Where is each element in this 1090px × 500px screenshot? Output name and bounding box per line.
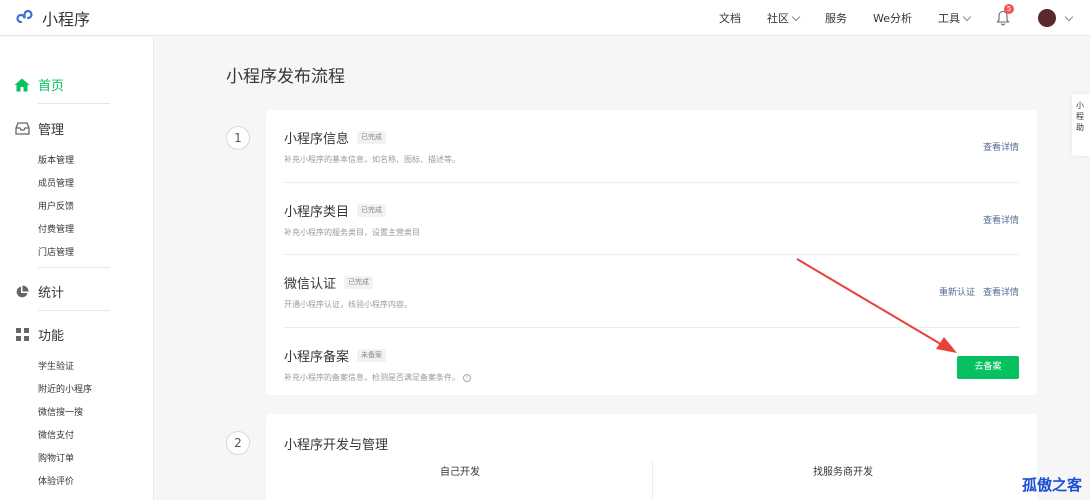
nav-docs[interactable]: 文档 (719, 10, 741, 26)
sidebar-item-payment-manage[interactable]: 付费管理 (38, 222, 74, 235)
dev-manage-card: 小程序开发与管理 自己开发 找服务商开发 (266, 414, 1037, 500)
nav-we-analytics[interactable]: We分析 (873, 10, 912, 26)
row-description: 补充小程序的基本信息，如名称、图标、描述等。 (284, 155, 460, 164)
logo[interactable]: 小程序 (14, 6, 90, 30)
nav-services[interactable]: 服务 (825, 10, 847, 26)
self-develop-tab[interactable]: 自己开发 (416, 463, 504, 478)
step-number: 2 (226, 431, 250, 455)
help-icon[interactable]: ? (463, 373, 471, 382)
section-title: 小程序开发与管理 (284, 438, 389, 453)
view-details-link[interactable]: 查看详情 (983, 285, 1019, 298)
status-badge: 未备案 (357, 349, 387, 362)
status-badge: 已完成 (344, 276, 374, 289)
step-row-info: 小程序信息 已完成 补充小程序的基本信息，如名称、图标、描述等。 查看详情 (284, 128, 1019, 165)
step-row-category: 小程序类目 已完成 补充小程序的服务类目，设置主营类目 查看详情 (284, 201, 1019, 238)
home-icon (14, 77, 30, 93)
top-nav: 文档 社区 服务 We分析 工具 5 (719, 0, 1090, 36)
sidebar-manage-label: 管理 (38, 123, 65, 138)
page-title: 小程序发布流程 (226, 67, 345, 87)
watermark-text: 孤傲之客 (1022, 476, 1083, 494)
sidebar-home-label: 首页 (38, 79, 65, 94)
row-description: 补充小程序的备案信息，检测是否满足备案条件。 (284, 373, 460, 382)
sidebar-item-orders[interactable]: 购物订单 (38, 451, 74, 464)
row-title: 微信认证 (284, 277, 337, 292)
row-divider (284, 254, 1019, 255)
sidebar-item-version[interactable]: 版本管理 (38, 153, 74, 166)
notification-bell-icon[interactable]: 5 (996, 4, 1014, 26)
row-title: 小程序备案 (284, 350, 350, 365)
grid-icon (14, 327, 30, 343)
sidebar-divider (38, 310, 110, 311)
sidebar-stats-label: 统计 (38, 286, 65, 301)
floating-helper-tab[interactable]: 小程助 (1072, 94, 1090, 156)
step-row-certification: 微信认证 已完成 开通小程序认证，核验小程序内容。 重新认证 查看详情 (284, 273, 1019, 310)
sidebar-stats[interactable]: 统计 (14, 282, 64, 301)
row-description: 补充小程序的服务类目，设置主营类目 (284, 228, 420, 237)
inbox-icon (14, 121, 30, 137)
chevron-down-icon[interactable] (1064, 12, 1074, 21)
sidebar-item-nearby[interactable]: 附近的小程序 (38, 382, 92, 395)
provider-develop-tab[interactable]: 找服务商开发 (796, 463, 890, 478)
row-title: 小程序信息 (284, 132, 350, 147)
floating-helper-text: 小程助 (1076, 101, 1084, 132)
sidebar-item-search[interactable]: 微信搜一搜 (38, 405, 83, 418)
publish-steps-card: 小程序信息 已完成 补充小程序的基本信息，如名称、图标、描述等。 查看详情 小程序… (266, 110, 1037, 395)
nav-community-label: 社区 (767, 12, 789, 25)
nav-tools[interactable]: 工具 (938, 10, 972, 26)
row-title: 小程序类目 (284, 205, 350, 220)
sidebar-divider (38, 103, 110, 104)
notification-badge: 5 (1004, 4, 1014, 14)
logo-text: 小程序 (42, 10, 91, 29)
recertify-link[interactable]: 重新认证 (939, 285, 975, 298)
sidebar-item-members[interactable]: 成员管理 (38, 176, 74, 189)
step-row-filing: 小程序备案 未备案 补充小程序的备案信息，检测是否满足备案条件。? 去备案 (284, 346, 1019, 383)
row-divider (284, 182, 1019, 183)
sidebar: 首页 管理 版本管理 成员管理 用户反馈 付费管理 门店管理 统计 功能 学生验… (0, 37, 154, 500)
chevron-down-icon (791, 12, 801, 21)
nav-tools-label: 工具 (938, 12, 960, 25)
sidebar-features-label: 功能 (38, 329, 65, 344)
go-filing-button[interactable]: 去备案 (957, 356, 1019, 379)
column-divider (652, 460, 653, 500)
sidebar-item-feedback[interactable]: 用户反馈 (38, 199, 74, 212)
row-divider (284, 327, 1019, 328)
chevron-down-icon (962, 12, 972, 21)
step-number: 1 (226, 126, 250, 150)
miniprogram-logo-icon (16, 9, 33, 24)
pie-chart-icon (14, 284, 30, 300)
sidebar-item-wechat-pay[interactable]: 微信支付 (38, 428, 74, 441)
nav-community[interactable]: 社区 (767, 10, 801, 26)
sidebar-home[interactable]: 首页 (14, 75, 64, 94)
top-bar: 小程序 文档 社区 服务 We分析 工具 5 (0, 0, 1090, 36)
status-badge: 已完成 (357, 204, 387, 217)
sidebar-divider (38, 267, 110, 268)
sidebar-manage[interactable]: 管理 (14, 119, 64, 138)
sidebar-features[interactable]: 功能 (14, 325, 64, 344)
avatar[interactable] (1038, 9, 1056, 27)
sidebar-item-stores[interactable]: 门店管理 (38, 245, 74, 258)
sidebar-item-reviews[interactable]: 体验评价 (38, 474, 74, 487)
status-badge: 已完成 (357, 131, 387, 144)
view-details-link[interactable]: 查看详情 (983, 213, 1019, 226)
sidebar-item-student-verify[interactable]: 学生验证 (38, 359, 74, 372)
view-details-link[interactable]: 查看详情 (983, 140, 1019, 153)
row-description: 开通小程序认证，核验小程序内容。 (284, 300, 412, 309)
